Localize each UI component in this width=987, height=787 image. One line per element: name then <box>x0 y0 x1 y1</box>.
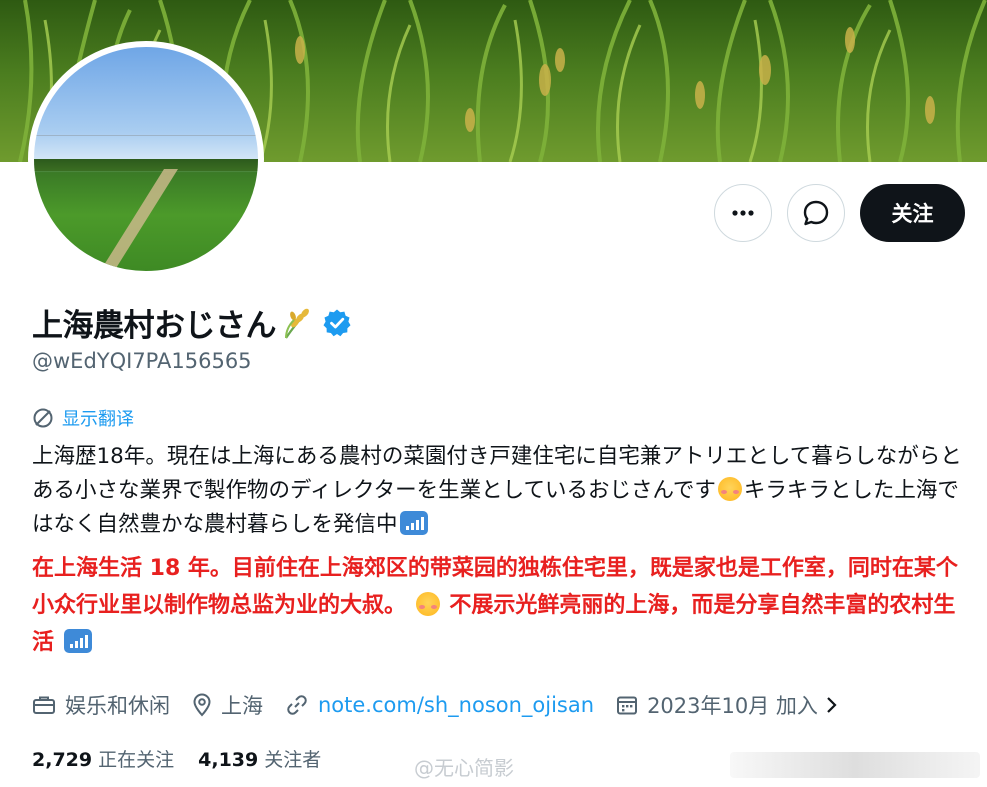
joined-item[interactable]: 2023年10月 加入 <box>616 690 847 720</box>
follow-button[interactable]: 关注 <box>860 184 965 242</box>
more-dots-icon <box>732 210 754 216</box>
link-icon <box>287 695 307 715</box>
translate-label[interactable]: 显示翻译 <box>62 405 134 431</box>
follow-stats: 2,729 正在关注 4,139 关注者 <box>32 745 345 772</box>
followers-count: 4,139 <box>198 749 259 771</box>
followers-stat[interactable]: 4,139 关注者 <box>198 745 321 772</box>
following-stat[interactable]: 2,729 正在关注 <box>32 745 174 772</box>
name-row: 上海農村おじさん <box>32 300 352 345</box>
profile-link[interactable]: note.com/sh_noson_ojisan <box>318 693 594 717</box>
blurred-watermark <box>730 752 980 778</box>
blush-emoji-icon <box>717 477 742 501</box>
avatar[interactable] <box>28 41 264 277</box>
message-button[interactable] <box>787 184 845 242</box>
display-name: 上海農村おじさん <box>32 308 277 344</box>
signal-bars-emoji-icon <box>399 511 428 535</box>
bio-text: 上海歴18年。現在は上海にある農村の菜園付き戸建住宅に自宅兼アトリエとして暮らし… <box>32 440 962 542</box>
avatar-image <box>34 47 258 271</box>
translate-icon <box>33 408 53 428</box>
briefcase-icon <box>33 696 55 714</box>
watermark-text: @无心简影 <box>414 756 514 780</box>
signal-bars-emoji-icon <box>63 629 92 653</box>
profile-meta: 娱乐和休闲 上海 note.com/sh_noson_ojisan 2023年1… <box>32 690 869 720</box>
location-item: 上海 <box>192 690 263 720</box>
verified-badge-icon[interactable] <box>322 308 352 338</box>
link-item: note.com/sh_noson_ojisan <box>285 693 594 717</box>
rice-ear-emoji-icon <box>285 308 309 339</box>
bio-translation-text: 在上海生活 18 年。目前住在上海郊区的带菜园的独栋住宅里，既是家也是工作室，同… <box>32 550 962 661</box>
following-label: 正在关注 <box>98 749 175 771</box>
blush-emoji-icon <box>415 592 440 616</box>
more-options-button[interactable] <box>714 184 772 242</box>
joined-label: 2023年10月 加入 <box>647 694 818 718</box>
location-pin-icon <box>193 693 211 717</box>
location-label: 上海 <box>221 694 263 718</box>
translate-toggle[interactable]: 显示翻译 <box>32 405 134 431</box>
message-bubble-icon <box>803 200 829 226</box>
followers-label: 关注者 <box>264 749 322 771</box>
category-label: 娱乐和休闲 <box>65 694 170 718</box>
calendar-icon <box>617 696 638 715</box>
user-handle: @wEdYQI7PA156565 <box>32 349 252 373</box>
category-item: 娱乐和休闲 <box>32 690 170 720</box>
chevron-right-icon <box>827 697 837 713</box>
following-count: 2,729 <box>32 749 93 771</box>
